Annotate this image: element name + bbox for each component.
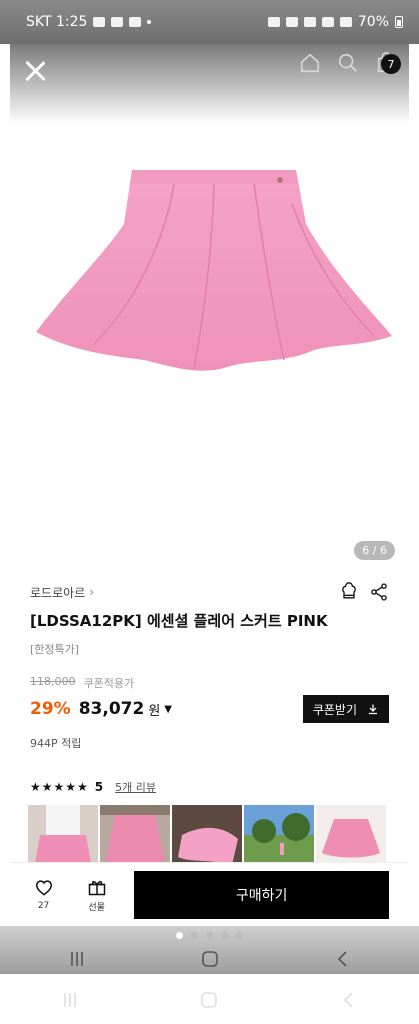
share-icon[interactable]	[369, 582, 389, 602]
carrier-time: SKT 1:25	[26, 14, 88, 30]
gallery-notification-icon	[93, 17, 106, 27]
like-count: 27	[37, 901, 50, 911]
discount-rate: 29%	[30, 699, 71, 719]
gift-icon	[88, 880, 105, 895]
carousel-dot[interactable]	[191, 932, 198, 939]
coupon-price-label: 쿠폰적용가	[83, 677, 135, 690]
product-tag: [한정특가]	[30, 643, 80, 656]
back-icon[interactable]	[333, 950, 353, 968]
image-notification-icon	[111, 17, 124, 27]
brand-row: 로드로아르 ›	[30, 570, 389, 614]
home-button-icon[interactable]	[200, 950, 220, 968]
product-info: 로드로아르 › [LDSSA12PK] 에센셜 플레어 스커트 PINK [한정…	[10, 570, 409, 869]
original-price: 118,000	[30, 675, 76, 688]
location-icon	[303, 17, 316, 27]
heart-icon	[35, 880, 52, 896]
status-bar: SKT 1:25 70%	[0, 0, 419, 44]
app-notification-icon	[129, 17, 142, 27]
product-actions	[339, 582, 389, 602]
review-photo[interactable]	[28, 805, 98, 869]
back-icon[interactable]	[339, 991, 359, 1009]
buy-button[interactable]: 구매하기	[134, 870, 389, 919]
coupon-button[interactable]: 쿠폰받기	[302, 695, 389, 723]
review-photo[interactable]	[100, 805, 170, 869]
review-photo[interactable]	[244, 805, 314, 869]
carousel-dot[interactable]	[236, 932, 243, 939]
close-icon[interactable]	[22, 58, 48, 84]
chef-hat-icon[interactable]	[339, 582, 359, 602]
price-detail-chevron-icon[interactable]: ▼	[164, 704, 172, 715]
home-button-icon[interactable]	[199, 991, 219, 1009]
navigation-bar-overlay	[10, 944, 409, 974]
review-photo[interactable]	[172, 805, 242, 869]
battery-text: 70%	[357, 14, 389, 30]
search-icon[interactable]	[337, 52, 359, 74]
chevron-right-icon: ›	[89, 585, 95, 599]
home-icon[interactable]	[299, 52, 321, 74]
gift-label: 선물	[88, 902, 105, 913]
recent-apps-icon[interactable]	[60, 991, 80, 1009]
like-button[interactable]: 27	[28, 878, 59, 911]
review-photo-list	[28, 805, 389, 869]
carousel-dot[interactable]	[221, 932, 228, 939]
product-title: [LDSSA12PK] 에센셜 플레어 스커트 PINK	[30, 612, 328, 630]
signal-icon	[339, 17, 352, 27]
review-photo[interactable]	[316, 805, 386, 869]
status-right: 70%	[267, 14, 403, 30]
final-price: 83,072	[78, 699, 145, 719]
star-rating-icon: ★★★★★	[30, 780, 89, 794]
gift-button[interactable]: 선물	[81, 877, 112, 913]
carousel-dot[interactable]	[176, 932, 183, 939]
navigation-bar	[0, 976, 419, 1024]
status-left: SKT 1:25	[26, 14, 152, 30]
more-notifications-icon	[147, 20, 152, 24]
download-icon	[369, 704, 377, 715]
alarm-icon	[267, 17, 280, 27]
currency-label: 원	[148, 703, 161, 719]
cart-count-badge: 7	[381, 54, 401, 74]
rating-value: 5	[94, 780, 104, 794]
wifi-icon	[321, 17, 334, 27]
review-count-link[interactable]: 5개 리뷰	[115, 779, 156, 795]
product-image-skirt	[36, 170, 392, 371]
final-price-row: 29% 83,072 원 ▼ 쿠폰받기	[30, 695, 389, 723]
carousel-dots	[0, 932, 419, 939]
product-image-gallery[interactable]: 7 6 / 6	[10, 44, 409, 570]
mute-icon	[285, 17, 298, 27]
carousel-dot[interactable]	[206, 932, 213, 939]
review-summary: ★★★★★ 5 5개 리뷰	[30, 779, 389, 795]
image-page-indicator: 6 / 6	[354, 541, 395, 560]
brand-link[interactable]: 로드로아르	[30, 584, 85, 601]
recent-apps-icon[interactable]	[67, 950, 87, 968]
reward-points: 944P 적립	[30, 737, 82, 750]
purchase-bar: 27 선물 구매하기	[10, 862, 409, 926]
battery-icon	[395, 16, 403, 28]
original-price-row: 118,000 쿠폰적용가	[30, 675, 389, 691]
coupon-button-label: 쿠폰받기	[312, 702, 357, 717]
